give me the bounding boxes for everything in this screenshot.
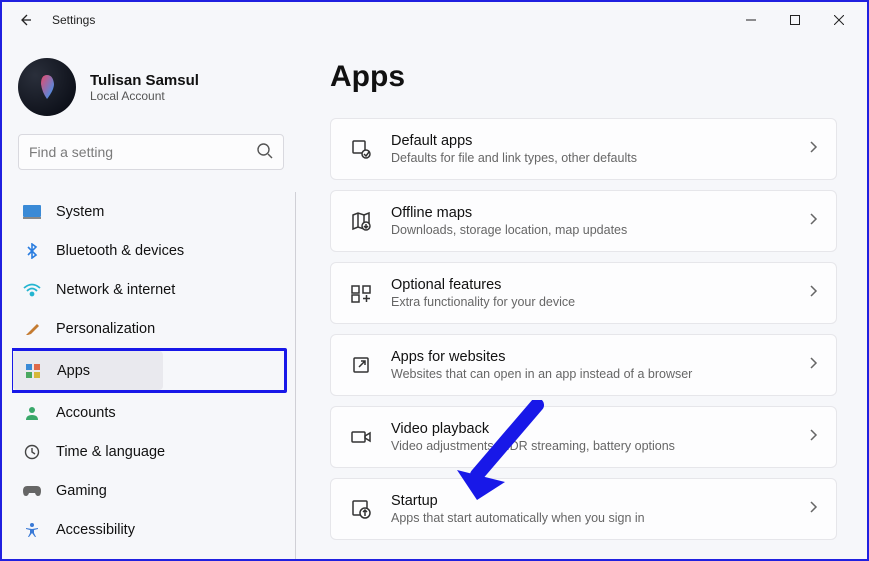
close-button[interactable] — [817, 5, 861, 35]
apps-highlight-annotation: Apps — [12, 348, 287, 393]
card-title: Video playback — [391, 421, 790, 437]
card-title: Offline maps — [391, 205, 790, 221]
nav-list: System Bluetooth & devices Network & int… — [12, 192, 296, 559]
bluetooth-icon — [22, 241, 42, 261]
nav-label: Personalization — [56, 321, 155, 337]
nav-label: Network & internet — [56, 282, 175, 298]
back-button[interactable] — [8, 6, 42, 34]
titlebar: Settings — [2, 2, 867, 38]
profile-name: Tulisan Samsul — [90, 72, 199, 89]
card-title: Default apps — [391, 133, 790, 149]
card-optional-features[interactable]: Optional features Extra functionality fo… — [330, 262, 837, 324]
video-icon — [349, 425, 373, 449]
card-title: Startup — [391, 493, 790, 509]
monitor-icon — [22, 202, 42, 222]
chevron-right-icon — [808, 428, 818, 447]
search-input[interactable] — [18, 134, 284, 170]
maximize-button[interactable] — [773, 5, 817, 35]
chevron-right-icon — [808, 212, 818, 231]
nav-label: System — [56, 204, 104, 220]
profile-account-type: Local Account — [90, 89, 199, 103]
arrow-left-icon — [17, 12, 33, 28]
card-apps-for-websites[interactable]: Apps for websites Websites that can open… — [330, 334, 837, 396]
main-content: Apps Default apps Defaults for file and … — [300, 38, 867, 559]
startup-icon — [349, 497, 373, 521]
nav-item-accessibility[interactable]: Accessibility — [12, 510, 287, 549]
nav-item-accounts[interactable]: Accounts — [12, 393, 287, 432]
default-apps-icon — [349, 137, 373, 161]
sidebar: Tulisan Samsul Local Account System Blue… — [2, 38, 300, 559]
nav-item-personalization[interactable]: Personalization — [12, 309, 287, 348]
gamepad-icon — [22, 481, 42, 501]
avatar-icon — [30, 70, 64, 104]
card-subtitle: Apps that start automatically when you s… — [391, 511, 790, 525]
nav-item-bluetooth[interactable]: Bluetooth & devices — [12, 231, 287, 270]
card-subtitle: Downloads, storage location, map updates — [391, 223, 790, 237]
chevron-right-icon — [808, 140, 818, 159]
page-title: Apps — [330, 60, 837, 94]
nav-label: Accounts — [56, 405, 116, 421]
brush-icon — [22, 319, 42, 339]
card-default-apps[interactable]: Default apps Defaults for file and link … — [330, 118, 837, 180]
minimize-icon — [746, 15, 756, 25]
open-external-icon — [349, 353, 373, 377]
window-title: Settings — [52, 13, 95, 27]
nav-label: Gaming — [56, 483, 107, 499]
chevron-right-icon — [808, 284, 818, 303]
features-icon — [349, 281, 373, 305]
nav-label: Accessibility — [56, 522, 135, 538]
card-offline-maps[interactable]: Offline maps Downloads, storage location… — [330, 190, 837, 252]
person-icon — [22, 403, 42, 423]
close-icon — [834, 15, 844, 25]
card-subtitle: Websites that can open in an app instead… — [391, 367, 790, 381]
card-title: Apps for websites — [391, 349, 790, 365]
maximize-icon — [790, 15, 800, 25]
search-container — [18, 134, 284, 170]
search-icon — [256, 142, 274, 165]
nav-item-time[interactable]: Time & language — [12, 432, 287, 471]
minimize-button[interactable] — [729, 5, 773, 35]
card-subtitle: Defaults for file and link types, other … — [391, 151, 790, 165]
chevron-right-icon — [808, 500, 818, 519]
card-title: Optional features — [391, 277, 790, 293]
nav-item-system[interactable]: System — [12, 192, 287, 231]
nav-item-network[interactable]: Network & internet — [12, 270, 287, 309]
map-icon — [349, 209, 373, 233]
card-subtitle: Extra functionality for your device — [391, 295, 790, 309]
nav-label: Apps — [57, 363, 90, 379]
accessibility-icon — [22, 520, 42, 540]
card-subtitle: Video adjustments, HDR streaming, batter… — [391, 439, 790, 453]
nav-label: Time & language — [56, 444, 165, 460]
wifi-icon — [22, 280, 42, 300]
nav-item-apps[interactable]: Apps — [13, 351, 163, 390]
card-video-playback[interactable]: Video playback Video adjustments, HDR st… — [330, 406, 837, 468]
card-startup[interactable]: Startup Apps that start automatically wh… — [330, 478, 837, 540]
avatar — [18, 58, 76, 116]
nav-item-gaming[interactable]: Gaming — [12, 471, 287, 510]
apps-icon — [23, 361, 43, 381]
nav-label: Bluetooth & devices — [56, 243, 184, 259]
profile-block[interactable]: Tulisan Samsul Local Account — [12, 54, 290, 134]
clock-icon — [22, 442, 42, 462]
chevron-right-icon — [808, 356, 818, 375]
window-controls — [729, 5, 861, 35]
